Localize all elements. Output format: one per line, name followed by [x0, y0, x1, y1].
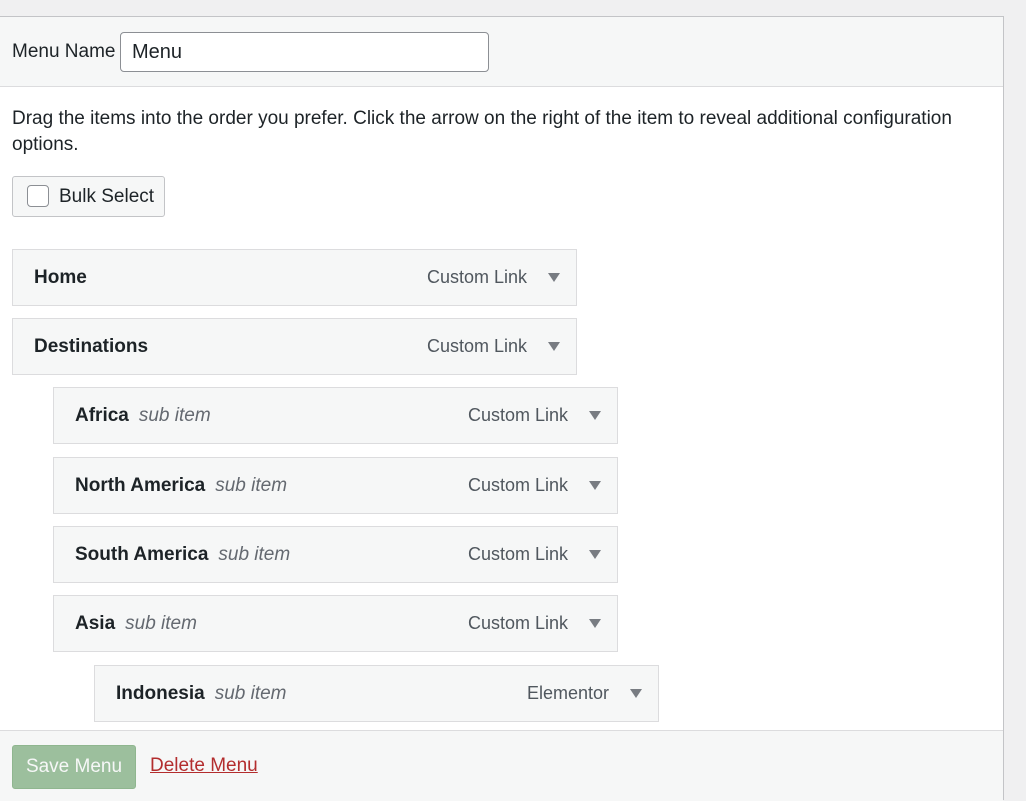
menu-item-home[interactable]: Home Custom Link — [12, 249, 577, 306]
menu-item-type: Elementor — [526, 683, 609, 703]
menu-item-sub-label: sub item — [125, 613, 197, 634]
triangle-down-icon[interactable] — [589, 411, 601, 420]
menu-item-name: Home — [34, 267, 87, 288]
triangle-down-icon[interactable] — [548, 273, 560, 282]
menu-header: Menu Name — [0, 17, 1003, 87]
bulk-select-checkbox[interactable] — [27, 185, 49, 207]
menu-item-sub-label: sub item — [215, 475, 288, 496]
menu-item-type: Custom Link — [467, 544, 568, 564]
menu-item-name: North America — [75, 475, 206, 496]
menu-item-south-america[interactable]: South America sub item Custom Link — [53, 526, 618, 583]
triangle-down-icon[interactable] — [589, 550, 601, 559]
menu-item-title: Destinations — [34, 336, 148, 358]
menu-item-destinations[interactable]: Destinations Custom Link — [12, 318, 577, 375]
menu-item-name: Africa — [75, 405, 129, 426]
triangle-down-icon[interactable] — [548, 342, 560, 351]
menu-item-title: South America sub item — [75, 544, 290, 566]
menu-item-sub-label: sub item — [218, 544, 291, 565]
menu-name-label: Menu Name — [12, 41, 116, 62]
menu-instructions: Drag the items into the order you prefer… — [12, 108, 952, 155]
menu-item-sub-label: sub item — [214, 683, 287, 704]
triangle-down-icon[interactable] — [589, 481, 601, 490]
menu-item-indonesia[interactable]: Indonesia sub item Elementor — [94, 665, 659, 722]
menu-item-type: Custom Link — [467, 475, 568, 495]
save-menu-button[interactable]: Save Menu — [12, 745, 136, 789]
bulk-select-button[interactable]: Bulk Select — [12, 176, 165, 217]
menu-item-name: Destinations — [34, 336, 149, 357]
menu-item-sub-label: sub item — [138, 405, 211, 426]
menu-item-type: Custom Link — [467, 405, 568, 425]
menu-item-name: South America — [75, 544, 209, 565]
menu-item-type: Custom Link — [426, 336, 527, 356]
menu-item-title: Home — [34, 267, 87, 289]
menu-item-asia[interactable]: Asia sub item Custom Link — [53, 595, 618, 652]
delete-menu-link[interactable]: Delete Menu — [150, 755, 258, 777]
menu-editor: Menu Name Drag the items into the order … — [0, 16, 1004, 801]
menu-item-title: Asia sub item — [75, 613, 197, 635]
menu-item-north-america[interactable]: North America sub item Custom Link — [53, 457, 618, 514]
triangle-down-icon[interactable] — [630, 689, 642, 698]
menu-item-type: Custom Link — [426, 267, 527, 287]
menu-item-title: Africa sub item — [75, 405, 211, 427]
menu-item-title: Indonesia sub item — [116, 683, 287, 705]
triangle-down-icon[interactable] — [589, 619, 601, 628]
menu-item-africa[interactable]: Africa sub item Custom Link — [53, 387, 618, 444]
menu-name-input[interactable] — [120, 32, 489, 72]
menu-item-title: North America sub item — [75, 475, 287, 497]
menu-footer: Save Menu Delete Menu — [0, 730, 1003, 801]
menu-item-name: Asia — [75, 613, 116, 634]
menu-item-name: Indonesia — [116, 683, 205, 704]
menu-item-type: Custom Link — [467, 613, 568, 633]
bulk-select-label: Bulk Select — [59, 186, 155, 207]
